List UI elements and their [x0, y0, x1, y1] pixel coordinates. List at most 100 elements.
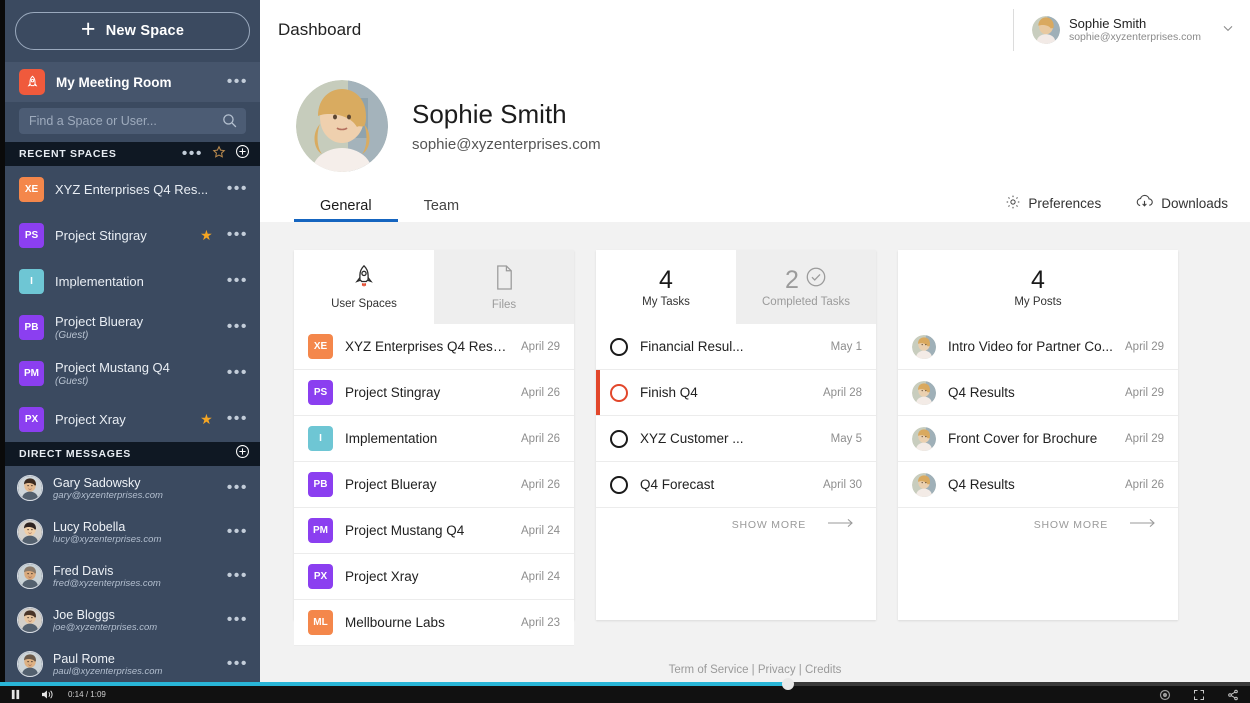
space-text: Project Mustang Q4 (Guest) — [55, 360, 216, 387]
table-row[interactable]: ML Mellbourne Labs April 23 — [294, 600, 574, 646]
tab-team[interactable]: Team — [398, 198, 485, 222]
search-box[interactable] — [19, 108, 246, 134]
dm-menu-icon[interactable]: ••• — [227, 612, 248, 628]
table-row[interactable]: Q4 Results April 26 — [898, 462, 1178, 508]
space-avatar: I — [19, 268, 44, 294]
table-row[interactable]: Finish Q4 April 28 — [596, 370, 876, 416]
row-name: Intro Video for Partner Co... — [948, 339, 1113, 354]
task-checkbox[interactable] — [610, 383, 628, 402]
dm-menu-icon[interactable]: ••• — [227, 524, 248, 540]
space-menu-icon[interactable]: ••• — [227, 181, 248, 197]
star-filled-icon[interactable]: ★ — [200, 227, 213, 244]
tab-my-tasks[interactable]: 4 My Tasks — [596, 250, 736, 324]
direct-messages-list: Gary Sadowsky gary@xyzenterprises.com ••• L… — [5, 466, 260, 684]
sidebar-space-item[interactable]: PX Project Xray ★ ••• — [5, 396, 260, 442]
table-row[interactable]: PB Project Blueray April 26 — [294, 462, 574, 508]
dm-name: Joe Bloggs — [53, 607, 115, 622]
tab-completed-tasks[interactable]: 2 Completed Tasks — [736, 250, 876, 324]
tab-my-tasks-label: My Tasks — [642, 295, 690, 308]
space-menu-icon[interactable]: ••• — [227, 227, 248, 243]
volume-icon[interactable] — [36, 687, 58, 702]
tab-general[interactable]: General — [294, 198, 398, 222]
avatar — [17, 519, 43, 545]
space-text: Project Blueray (Guest) — [55, 314, 216, 341]
sidebar-dm-item[interactable]: Gary Sadowsky gary@xyzenterprises.com ••• — [5, 466, 260, 510]
table-row[interactable]: Intro Video for Partner Co... April 29 — [898, 324, 1178, 370]
table-row[interactable]: XE XYZ Enterprises Q4 Results April 29 — [294, 324, 574, 370]
table-row[interactable]: Q4 Results April 29 — [898, 370, 1178, 416]
chevron-down-icon[interactable] — [1220, 20, 1236, 40]
card-user-spaces: User Spaces Files XE XYZ Enterprises Q4 R… — [294, 250, 574, 646]
meeting-room-menu-icon[interactable]: ••• — [227, 74, 248, 90]
table-row[interactable]: PX Project Xray April 24 — [294, 554, 574, 600]
search-input[interactable] — [29, 114, 236, 128]
recent-spaces-menu-icon[interactable]: ••• — [182, 146, 203, 162]
footer-privacy-link[interactable]: Privacy — [758, 664, 796, 676]
table-row[interactable]: Financial Resul... May 1 — [596, 324, 876, 370]
task-checkbox[interactable] — [610, 475, 628, 494]
row-name: Project Blueray — [345, 477, 437, 492]
dm-menu-icon[interactable]: ••• — [227, 480, 248, 496]
posts-show-more[interactable]: SHOW MORE — [898, 508, 1178, 531]
tasks-show-more[interactable]: SHOW MORE — [596, 508, 876, 531]
space-menu-icon[interactable]: ••• — [227, 319, 248, 335]
main-content: Dashboard Sophie Smith sophie@xyzenterpr… — [260, 0, 1250, 684]
space-menu-icon[interactable]: ••• — [227, 273, 248, 289]
sidebar-dm-item[interactable]: Joe Bloggs joe@xyzenterprises.com ••• — [5, 598, 260, 642]
search-icon[interactable] — [221, 112, 238, 134]
add-direct-message-icon[interactable] — [235, 444, 250, 464]
dm-menu-icon[interactable]: ••• — [227, 656, 248, 672]
sidebar-space-item[interactable]: I Implementation ••• — [5, 258, 260, 304]
share-icon[interactable] — [1222, 687, 1244, 702]
account-menu[interactable]: Sophie Smith sophie@xyzenterprises.com — [1012, 9, 1236, 51]
sidebar-dm-item[interactable]: Paul Rome paul@xyzenterprises.com ••• — [5, 642, 260, 684]
new-space-button[interactable]: + New Space — [15, 12, 250, 50]
table-row[interactable]: PS Project Stingray April 26 — [294, 370, 574, 416]
star-filled-icon[interactable]: ★ — [200, 411, 213, 428]
tab-completed-tasks-label: Completed Tasks — [762, 296, 850, 308]
player-time: 0:14 / 1:09 — [68, 690, 106, 699]
table-row[interactable]: I Implementation April 26 — [294, 416, 574, 462]
dm-menu-icon[interactable]: ••• — [227, 568, 248, 584]
space-text: Project Stingray — [55, 228, 189, 243]
downloads-button[interactable]: Downloads — [1135, 194, 1228, 213]
settings-icon[interactable] — [1154, 687, 1176, 702]
sidebar-dm-item[interactable]: Lucy Robella lucy@xyzenterprises.com ••• — [5, 510, 260, 554]
avatar — [912, 334, 936, 359]
sidebar-space-item[interactable]: PM Project Mustang Q4 (Guest) ••• — [5, 350, 260, 396]
sidebar-space-item[interactable]: XE XYZ Enterprises Q4 Res... ••• — [5, 166, 260, 212]
sidebar-space-item[interactable]: PB Project Blueray (Guest) ••• — [5, 304, 260, 350]
space-menu-icon[interactable]: ••• — [227, 411, 248, 427]
rocket-icon — [19, 69, 45, 95]
tab-user-spaces[interactable]: User Spaces — [294, 250, 434, 324]
table-row[interactable]: PM Project Mustang Q4 April 24 — [294, 508, 574, 554]
sidebar-space-item[interactable]: PS Project Stingray ★ ••• — [5, 212, 260, 258]
recent-spaces-title: RECENT SPACES — [19, 148, 117, 160]
star-outline-icon[interactable] — [212, 145, 226, 164]
sidebar: + New Space My Meeting Room ••• Find a S… — [5, 0, 260, 684]
space-name: XYZ Enterprises Q4 Res... — [55, 181, 209, 197]
table-row[interactable]: Q4 Forecast April 30 — [596, 462, 876, 508]
preferences-button[interactable]: Preferences — [1005, 194, 1101, 213]
space-menu-icon[interactable]: ••• — [227, 365, 248, 381]
progress-knob[interactable] — [781, 678, 794, 690]
tab-user-spaces-label: User Spaces — [331, 298, 397, 310]
table-row[interactable]: XYZ Customer ... May 5 — [596, 416, 876, 462]
sidebar-dm-item[interactable]: Fred Davis fred@xyzenterprises.com ••• — [5, 554, 260, 598]
tab-files[interactable]: Files — [434, 250, 574, 324]
table-row[interactable]: Front Cover for Brochure April 29 — [898, 416, 1178, 462]
task-checkbox[interactable] — [610, 429, 628, 448]
fullscreen-icon[interactable] — [1188, 687, 1210, 702]
tab-my-posts[interactable]: 4 My Posts — [898, 250, 1178, 324]
task-checkbox[interactable] — [610, 337, 628, 356]
footer-credits-link[interactable]: Credits — [805, 664, 841, 676]
footer-terms-link[interactable]: Term of Service — [669, 664, 749, 676]
row-date: April 29 — [1125, 432, 1164, 445]
sidebar-item-my-meeting-room[interactable]: My Meeting Room ••• — [5, 62, 260, 102]
user-spaces-rows: XE XYZ Enterprises Q4 Results April 29 PS Pr… — [294, 324, 574, 646]
avatar — [17, 607, 43, 633]
progress-track[interactable] — [0, 678, 1250, 690]
row-name: Project Stingray — [345, 385, 441, 400]
add-space-icon[interactable] — [235, 144, 250, 164]
pause-icon[interactable] — [4, 687, 26, 702]
